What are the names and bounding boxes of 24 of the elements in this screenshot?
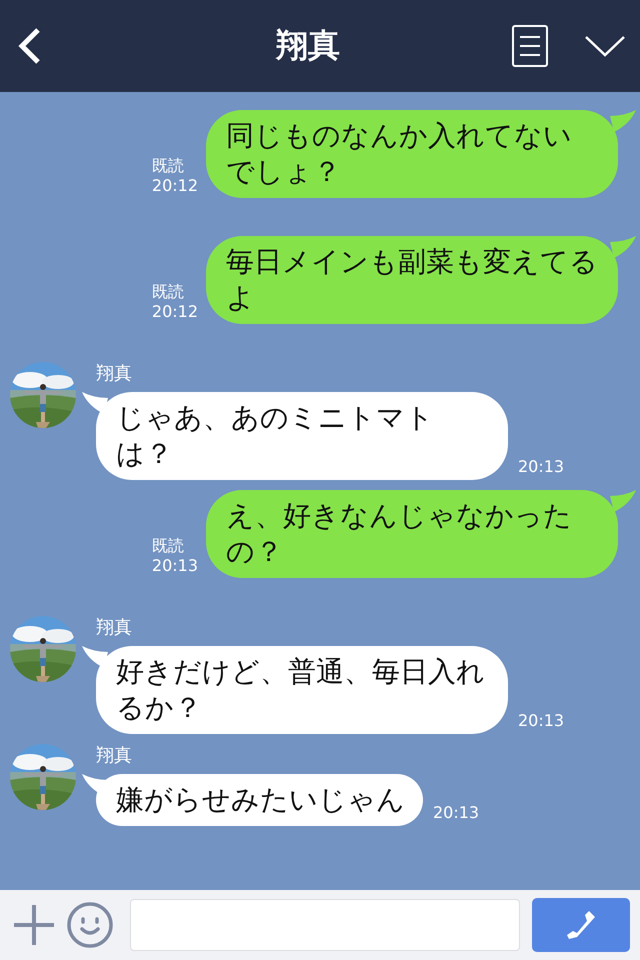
notes-icon[interactable] <box>512 25 548 67</box>
chat-title: 翔真 <box>274 25 341 66</box>
message-time: 20:12 <box>152 302 198 322</box>
chevron-down-icon[interactable] <box>584 34 626 58</box>
read-label: 既読 <box>152 536 185 556</box>
sender-name: 翔真 <box>96 616 133 640</box>
smiley-icon[interactable] <box>66 901 114 949</box>
bubble-tail <box>82 646 108 668</box>
plus-icon[interactable] <box>14 905 54 945</box>
sender-name: 翔真 <box>96 744 133 768</box>
bubble-tail <box>610 110 636 132</box>
read-label: 既読 <box>152 156 185 176</box>
message-time: 20:13 <box>433 803 480 822</box>
message-input[interactable] <box>130 899 520 951</box>
message-time: 20:13 <box>152 556 198 576</box>
bubble-tail <box>610 490 636 512</box>
read-label: 既読 <box>152 282 185 302</box>
sender-name: 翔真 <box>96 362 133 386</box>
message-time: 20:13 <box>518 457 564 476</box>
message-time: 20:12 <box>152 176 198 196</box>
call-button[interactable] <box>532 898 630 952</box>
bubble-tail <box>610 236 636 258</box>
message-time: 20:13 <box>518 711 564 730</box>
bubble-tail <box>82 392 108 414</box>
